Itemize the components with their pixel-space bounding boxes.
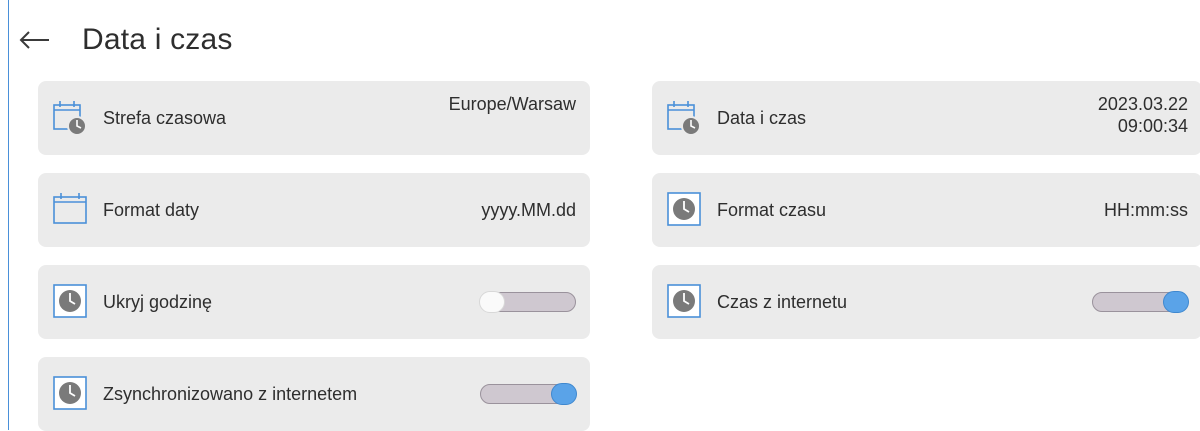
datetime-value: 2023.03.22 09:00:34 (1098, 93, 1188, 137)
internet-time-toggle[interactable] (1092, 291, 1189, 313)
time-value: 09:00:34 (1117, 116, 1188, 136)
clock-icon (667, 284, 701, 318)
setting-hide-hour[interactable]: Ukryj godzinę (38, 265, 590, 339)
calendar-icon (53, 193, 87, 224)
setting-timezone[interactable]: Strefa czasowa Europe/Warsaw (38, 81, 590, 155)
calendar-clock-icon (53, 101, 87, 135)
toggle-knob (1163, 291, 1189, 313)
toggle-knob (551, 383, 577, 405)
setting-label: Zsynchronizowano z internetem (103, 383, 358, 404)
hide-hour-toggle[interactable] (479, 291, 576, 313)
arrow-left-icon (19, 31, 49, 49)
setting-label: Data i czas (717, 107, 807, 128)
back-button[interactable] (14, 20, 54, 60)
date-value: 2023.03.22 (1097, 94, 1188, 114)
clock-icon (667, 192, 701, 226)
setting-value: HH:mm:ss (1104, 200, 1188, 220)
toggle-knob (479, 291, 505, 313)
setting-internet-time[interactable]: Czas z internetu (652, 265, 1200, 339)
left-edge-rule (8, 0, 9, 430)
setting-datetime[interactable]: Data i czas 2023.03.22 09:00:34 (652, 81, 1200, 155)
calendar-clock-icon (667, 101, 701, 135)
clock-icon (53, 284, 87, 318)
setting-label: Format czasu (717, 199, 827, 220)
setting-time-format[interactable]: Format czasu HH:mm:ss (652, 173, 1200, 247)
setting-label: Czas z internetu (717, 291, 848, 312)
setting-date-format[interactable]: Format daty yyyy.MM.dd (38, 173, 590, 247)
setting-value: yyyy.MM.dd (481, 200, 576, 220)
page-title: Data i czas (82, 23, 233, 56)
setting-label: Ukryj godzinę (103, 291, 213, 312)
page-header: Data i czas (14, 18, 233, 62)
synced-toggle[interactable] (480, 383, 577, 405)
setting-synced[interactable]: Zsynchronizowano z internetem (38, 357, 590, 431)
clock-icon (53, 376, 87, 410)
setting-value: Europe/Warsaw (448, 94, 576, 114)
setting-label: Format daty (103, 199, 200, 220)
setting-label: Strefa czasowa (103, 107, 227, 128)
